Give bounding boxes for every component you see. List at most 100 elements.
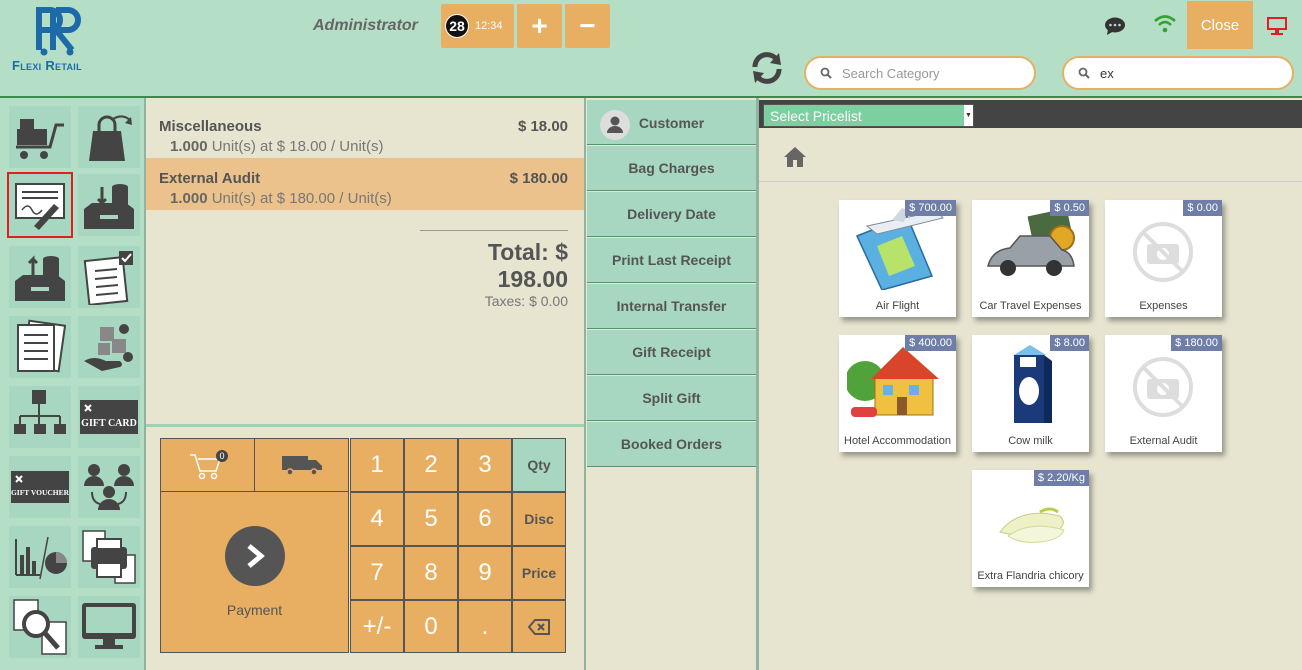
remove-order-button[interactable]: − [565, 4, 610, 48]
order-line-info: 1.000 Unit(s) at $ 180.00 / Unit(s) [159, 190, 570, 207]
gift-card-icon: GIFT CARD [80, 400, 138, 434]
product-card[interactable]: $ 700.00 Air Flight [839, 200, 956, 317]
search-icon [1078, 67, 1090, 79]
numpad-key-decimal[interactable]: . [458, 600, 512, 653]
cart-gift-icon [16, 119, 64, 159]
numpad-key-sign[interactable]: +/- [350, 600, 404, 653]
order-line-qty: 1.000 [170, 190, 208, 207]
order-sign-button[interactable] [7, 172, 73, 238]
home-icon[interactable] [783, 146, 807, 168]
gift-voucher-icon: GIFT VOUCHER [11, 471, 70, 503]
left-function-panel: GIFT CARD GIFT VOUCHER [0, 98, 146, 670]
numpad-key[interactable]: 4 [350, 492, 404, 546]
search-category-field[interactable] [804, 56, 1036, 90]
numpad-key[interactable]: 7 [350, 546, 404, 600]
numpad-key[interactable]: 0 [404, 600, 458, 653]
reports-chart-button[interactable] [9, 526, 71, 588]
chat-icon[interactable] [1104, 16, 1126, 36]
pricelist-select[interactable]: Select Pricelist ▼ [763, 104, 974, 127]
cash-out-icon [15, 255, 65, 301]
box-in-button[interactable] [78, 174, 140, 236]
search-docs-icon [13, 599, 67, 655]
monitor-button[interactable] [78, 596, 140, 658]
order-line-name: Miscellaneous [159, 118, 262, 135]
product-panel: Select Pricelist ▼ $ 700.00 Air Flight $… [759, 98, 1302, 670]
user-name[interactable]: Administrator [313, 17, 418, 35]
box-out-button[interactable] [9, 246, 71, 308]
order-tab[interactable]: 28 12:34 [441, 4, 514, 48]
customer-button[interactable]: Customer [587, 100, 756, 145]
hierarchy-button[interactable] [9, 386, 71, 448]
numpad-key[interactable]: 6 [458, 492, 512, 546]
delivery-date-button[interactable]: Delivery Date [587, 192, 756, 237]
gift-card-button[interactable]: GIFT CARD [78, 386, 140, 448]
search-category-input[interactable] [842, 65, 1002, 81]
delivery-button[interactable] [254, 438, 349, 492]
split-gift-button[interactable]: Split Gift [587, 376, 756, 421]
search-product-field[interactable] [1062, 56, 1294, 90]
numpad-key[interactable]: 1 [350, 438, 404, 492]
action-panel: Customer Bag Charges Delivery Date Print… [584, 98, 759, 670]
product-price-tag: $ 2.20/Kg [1033, 470, 1089, 486]
search-docs-button[interactable] [9, 596, 71, 658]
numpad-key[interactable]: 8 [404, 546, 458, 600]
cart-button[interactable]: 0 [160, 438, 255, 492]
order-line[interactable]: Miscellaneous $ 18.00 1.000 Unit(s) at $… [146, 106, 584, 158]
product-card[interactable]: $ 0.00 Expenses [1105, 200, 1222, 317]
chicory-image [999, 507, 1065, 543]
users-exchange-icon [84, 464, 134, 510]
product-name: Expenses [1139, 300, 1188, 312]
price-mode-button[interactable]: Price [512, 546, 566, 600]
customer-label: Customer [638, 115, 705, 131]
print-docs-button[interactable] [78, 526, 140, 588]
numpad-key[interactable]: 3 [458, 438, 512, 492]
order-taxes: Taxes: $ 0.00 [484, 293, 568, 309]
disc-mode-button[interactable]: Disc [512, 492, 566, 546]
product-card[interactable]: $ 0.50 Car Travel Expenses [972, 200, 1089, 317]
bag-out-button[interactable] [78, 106, 140, 168]
wifi-icon [1154, 15, 1176, 33]
checklist-button[interactable] [78, 246, 140, 308]
svg-text:GIFT CARD: GIFT CARD [81, 418, 137, 429]
gift-voucher-button[interactable]: GIFT VOUCHER [9, 456, 71, 518]
product-card[interactable]: $ 8.00 Cow milk [972, 335, 1089, 452]
product-card[interactable]: $ 2.20/Kg Extra Flandria chicory [972, 470, 1089, 587]
no-photo-icon [1133, 357, 1193, 417]
qty-mode-button[interactable]: Qty [512, 438, 566, 492]
internal-transfer-button[interactable]: Internal Transfer [587, 284, 756, 329]
cart-transfer-button[interactable] [9, 106, 71, 168]
users-exchange-button[interactable] [78, 456, 140, 518]
checklist-icon [83, 251, 133, 305]
booked-orders-button[interactable]: Booked Orders [587, 422, 756, 467]
screen-lock-icon[interactable] [1266, 16, 1288, 36]
cart-count: 0 [219, 451, 224, 461]
documents-button[interactable] [9, 316, 71, 378]
refresh-icon[interactable] [748, 50, 786, 86]
product-card[interactable]: $ 180.00 External Audit [1105, 335, 1222, 452]
order-line-price: $ 180.00 [509, 170, 568, 187]
add-order-button[interactable]: + [517, 4, 562, 48]
car-image [987, 208, 1075, 276]
numpad-key[interactable]: 9 [458, 546, 512, 600]
backspace-button[interactable] [512, 600, 566, 653]
backspace-icon [528, 618, 550, 635]
order-time: 12:34 [475, 20, 503, 32]
numpad-key[interactable]: 2 [404, 438, 458, 492]
product-name: External Audit [1129, 435, 1198, 447]
numpad-area: 0 Payment 1 2 3 Qty 4 5 6 Disc 7 8 9 Pri… [146, 424, 584, 670]
order-panel: Miscellaneous $ 18.00 1.000 Unit(s) at $… [146, 98, 584, 424]
gift-receipt-button[interactable]: Gift Receipt [587, 330, 756, 375]
hand-boxes-button[interactable] [78, 316, 140, 378]
bag-charges-button[interactable]: Bag Charges [587, 146, 756, 191]
product-name: Car Travel Expenses [979, 300, 1082, 312]
payment-button[interactable]: Payment [160, 491, 349, 653]
numpad-key[interactable]: 5 [404, 492, 458, 546]
order-line-selected[interactable]: External Audit $ 180.00 1.000 Unit(s) at… [146, 158, 584, 210]
close-button[interactable]: Close [1187, 1, 1253, 49]
order-totals: Total: $ 198.00 Taxes: $ 0.00 [420, 230, 568, 309]
product-card[interactable]: $ 400.00 Hotel Accommodation [839, 335, 956, 452]
order-number-badge: 28 [445, 14, 469, 38]
user-avatar-icon [600, 110, 630, 140]
print-last-receipt-button[interactable]: Print Last Receipt [587, 238, 756, 283]
search-product-input[interactable] [1100, 65, 1260, 81]
